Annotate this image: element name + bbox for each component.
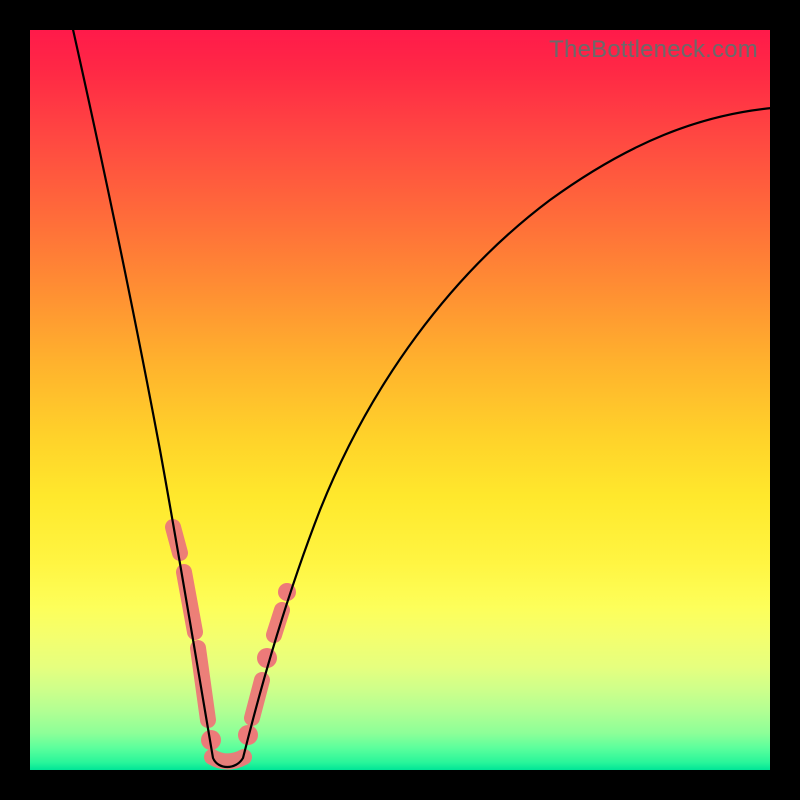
highlight-group bbox=[173, 527, 296, 762]
plot-area: TheBottleneck.com bbox=[30, 30, 770, 770]
chart-overlay bbox=[30, 30, 770, 770]
chart-frame: TheBottleneck.com bbox=[0, 0, 800, 800]
right-highlight-lower bbox=[252, 680, 262, 718]
bottom-highlight bbox=[212, 757, 244, 762]
bottleneck-curve bbox=[72, 25, 772, 767]
